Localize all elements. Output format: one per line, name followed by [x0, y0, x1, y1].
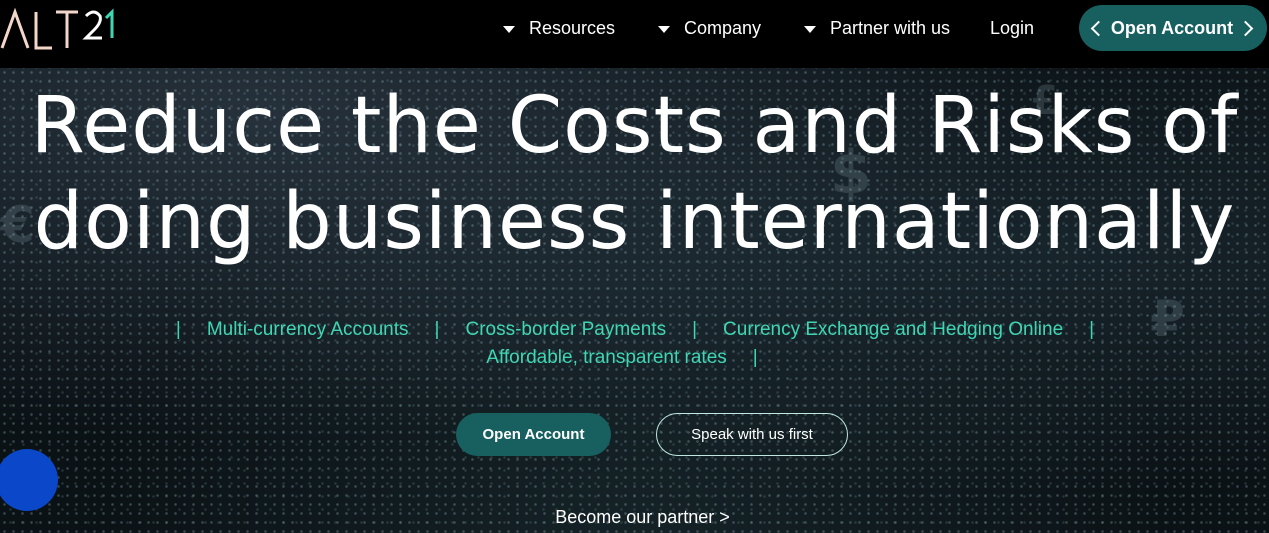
- feature-currency-exchange: Currency Exchange and Hedging Online: [723, 319, 1064, 340]
- feature-rates: Affordable, transparent rates: [486, 347, 727, 368]
- nav-resources-label: Resources: [529, 17, 616, 38]
- nav-login-label: Login: [990, 17, 1035, 38]
- nav-partner[interactable]: Partner with us: [804, 17, 950, 39]
- nav-company-label: Company: [684, 17, 762, 38]
- feature-cross-border: Cross-border Payments: [465, 319, 667, 340]
- open-account-header-button[interactable]: Open Account: [1079, 5, 1267, 51]
- headline-line-2: doing business internationally: [33, 177, 1236, 267]
- feature-list: | Multi-currency Accounts | Cross-border Pa…: [140, 316, 1130, 372]
- caret-down-icon: [503, 25, 515, 33]
- top-navigation-bar: Resources Company Partner with us Login …: [0, 0, 1269, 68]
- open-account-header-label: Open Account: [1110, 17, 1234, 38]
- headline-line-1: Reduce the Costs and Risks of: [30, 81, 1239, 171]
- caret-down-icon: [658, 25, 670, 33]
- feature-multi-currency: Multi-currency Accounts: [206, 319, 409, 340]
- feature-separator: |: [175, 319, 181, 340]
- nav-login[interactable]: Login: [990, 17, 1034, 39]
- nav-partner-label: Partner with us: [830, 17, 951, 38]
- feature-separator: |: [434, 319, 440, 340]
- hero-headline: Reduce the Costs and Risks of doing busi…: [0, 78, 1269, 270]
- become-partner-link[interactable]: Become our partner >: [0, 507, 1269, 528]
- chevron-right-icon: [1237, 20, 1254, 36]
- hero-section: $ € ₽ £ Reduce the Costs and Risks of do…: [0, 68, 1269, 533]
- feature-separator: |: [692, 319, 698, 340]
- feature-separator: |: [752, 347, 758, 368]
- caret-down-icon: [804, 25, 816, 33]
- open-account-button[interactable]: Open Account: [456, 413, 611, 456]
- nav-resources[interactable]: Resources: [503, 17, 615, 39]
- chevron-left-icon: [1090, 20, 1107, 36]
- alt21-logo[interactable]: [0, 4, 120, 52]
- nav-company[interactable]: Company: [658, 17, 761, 39]
- feature-separator: |: [1089, 319, 1095, 340]
- ruble-symbol-decoration: ₽: [1150, 290, 1185, 348]
- speak-with-us-button[interactable]: Speak with us first: [656, 413, 848, 456]
